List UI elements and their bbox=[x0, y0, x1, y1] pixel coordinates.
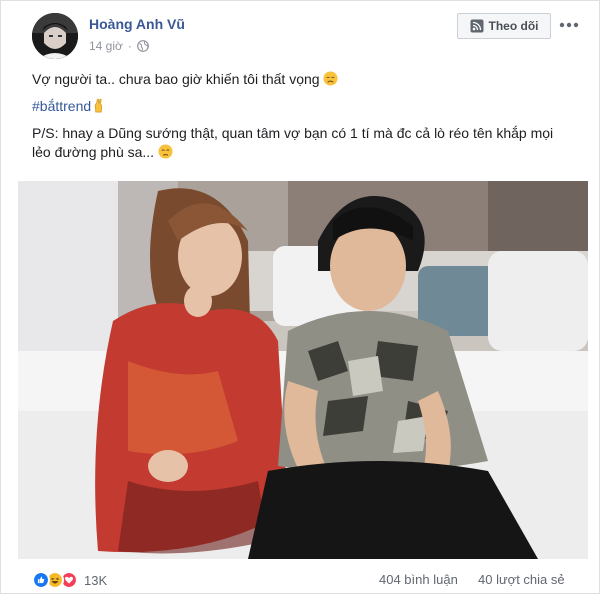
fingers-crossed-icon bbox=[95, 98, 103, 113]
post-text-main: Vợ người ta.. chưa bao giờ khiến tôi thấ… bbox=[32, 71, 320, 87]
couple-sitting-on-bed-photo bbox=[18, 181, 588, 559]
reaction-count: 13K bbox=[84, 572, 108, 588]
post-meta: 14 giờ · bbox=[89, 39, 149, 53]
sad-face-icon bbox=[158, 144, 173, 159]
post-timestamp[interactable]: 14 giờ bbox=[89, 39, 123, 53]
reactions-summary[interactable]: 13K bbox=[32, 571, 107, 589]
author-name[interactable]: Hoàng Anh Vũ bbox=[89, 16, 185, 32]
more-options-button[interactable] bbox=[557, 14, 581, 36]
rss-icon bbox=[470, 19, 483, 33]
like-reaction-icon bbox=[32, 571, 50, 589]
more-dots-icon bbox=[559, 22, 579, 28]
post-photo[interactable] bbox=[18, 181, 588, 559]
globe-icon[interactable] bbox=[136, 40, 149, 52]
author-avatar[interactable] bbox=[32, 13, 78, 59]
disappointed-face-icon bbox=[323, 71, 338, 86]
post-text-line1: Vợ người ta.. chưa bao giờ khiến tôi thấ… bbox=[32, 70, 338, 89]
facebook-post: Hoàng Anh Vũ 14 giờ · Theo dõi Vợ người … bbox=[0, 0, 600, 594]
follow-label: Theo dõi bbox=[488, 19, 539, 33]
post-text-ps: P/S: hnay a Dũng sướng thật, quan tâm vợ… bbox=[32, 124, 572, 162]
comments-count-link[interactable]: 404 bình luận bbox=[379, 572, 458, 587]
post-text-ps-content: P/S: hnay a Dũng sướng thật, quan tâm vợ… bbox=[32, 125, 554, 160]
follow-button[interactable]: Theo dõi bbox=[457, 13, 551, 39]
hashtag-line: #bắttrend bbox=[32, 97, 106, 116]
hashtag-link[interactable]: #bắttrend bbox=[32, 98, 91, 114]
shares-count-link[interactable]: 40 lượt chia sẻ bbox=[478, 572, 565, 587]
